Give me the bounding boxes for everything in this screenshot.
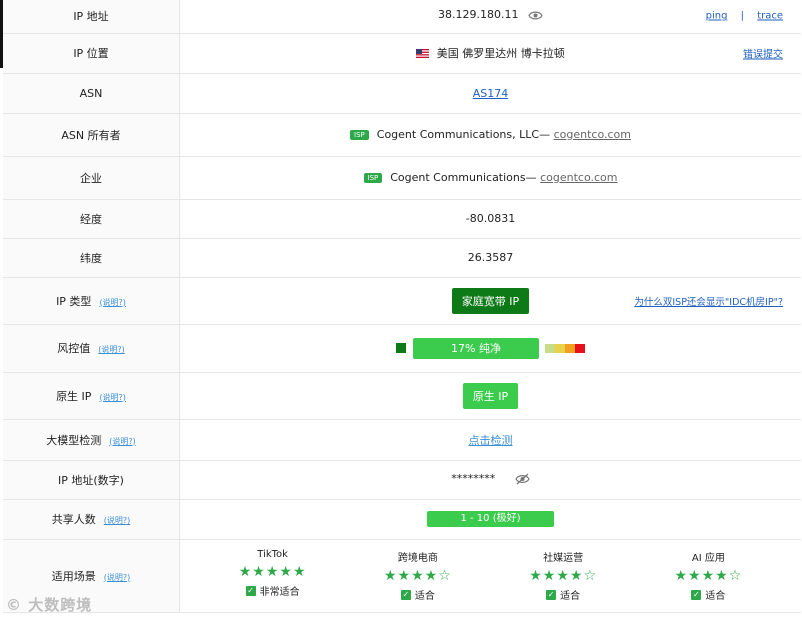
use-case-name: TikTok xyxy=(257,549,288,560)
use-case-name: AI 应用 xyxy=(691,553,725,564)
fit-label: 非常适合 xyxy=(259,587,300,598)
row-ip-numeric: IP 地址(数字) ******** xyxy=(3,460,801,500)
help-link[interactable]: (说明?) xyxy=(98,345,125,354)
ip-type-badge: 家庭宽带 IP xyxy=(451,287,530,314)
row-use-cases: 适用场景 (说明?) TikTok ★★★★★ ✓ 非常适合 跨境电商 ★★★★☆ … xyxy=(3,539,801,613)
asn-owner-domain-link[interactable]: cogentco.com xyxy=(554,128,631,141)
risk-meter: 17% 纯净 xyxy=(396,337,585,359)
longitude-value: -80.0831 xyxy=(179,199,801,239)
help-link[interactable]: (说明?) xyxy=(99,393,126,402)
isp-badge: ISP xyxy=(363,173,383,183)
row-company: 企业 ISP Cogent Communications— cogentco.co… xyxy=(3,156,801,200)
risk-score-bar: 17% 纯净 xyxy=(413,337,539,359)
check-icon: ✓ xyxy=(245,585,256,596)
row-ip-location: IP 位置 美国 佛罗里达州 博卡拉顿 错误提交 xyxy=(3,33,801,74)
check-icon: ✓ xyxy=(546,589,557,600)
row-asn: ASN AS174 xyxy=(3,73,801,114)
use-case-item: AI 应用 ★★★★☆ ✓ 适合 xyxy=(638,549,778,602)
asn-owner-name: Cogent Communications, LLC— xyxy=(376,128,551,141)
fit-label: 适合 xyxy=(560,591,581,602)
fit-label: 适合 xyxy=(705,591,726,602)
row-label: IP 位置 xyxy=(3,33,180,74)
row-label: 企业 xyxy=(3,156,180,200)
help-link[interactable]: (说明?) xyxy=(109,437,136,446)
trace-link[interactable]: trace xyxy=(757,11,783,22)
row-ip-address: IP 地址 38.129.180.11 ping | trace xyxy=(3,0,801,34)
ip-info-table: IP 地址 38.129.180.11 ping | trace IP 位置 美… xyxy=(3,0,801,613)
help-link[interactable]: (说明?) xyxy=(99,298,126,307)
row-ip-type: IP 类型 (说明?) 家庭宽带 IP 为什么双ISP还会显示"IDC机房IP"? xyxy=(3,277,801,325)
star-rating: ★★★★☆ xyxy=(383,568,452,584)
row-asn-owner: ASN 所有者 ISP Cogent Communications, LLC— c… xyxy=(3,113,801,157)
star-rating: ★★★★☆ xyxy=(529,568,597,584)
link-separator: | xyxy=(740,10,744,22)
ip-info-panel: IP 地址 38.129.180.11 ping | trace IP 位置 美… xyxy=(0,0,802,621)
us-flag-icon xyxy=(416,48,430,61)
watermark-text: 大数跨境 xyxy=(28,596,93,614)
location-value: 美国 佛罗里达州 博卡拉顿 xyxy=(436,47,565,60)
shared-users-badge: 1 - 10 (极好) xyxy=(427,511,554,527)
watermark-logo: © 大数跨境 xyxy=(6,594,92,615)
row-label: 大模型检测 xyxy=(46,433,102,447)
row-latitude: 纬度 26.3587 xyxy=(3,238,801,278)
row-label: 风控值 xyxy=(57,342,91,355)
row-shared-users: 共享人数 (说明?) 1 - 10 (极好) xyxy=(3,499,801,540)
check-icon: ✓ xyxy=(691,589,702,600)
star-rating: ★★★★★ xyxy=(238,564,307,580)
row-label: IP 地址(数字) xyxy=(3,460,180,500)
row-label: 原生 IP xyxy=(56,389,92,403)
ip-numeric-value: ******** xyxy=(451,471,496,485)
risk-scale-legend xyxy=(545,343,585,353)
eye-icon[interactable] xyxy=(528,10,543,24)
use-case-name: 跨境电商 xyxy=(397,553,438,564)
asn-link[interactable]: AS174 xyxy=(473,87,509,100)
row-risk-score: 风控值 (说明?) 17% 纯净 xyxy=(3,324,801,373)
row-label: 适用场景 xyxy=(51,569,96,583)
help-link[interactable]: (说明?) xyxy=(104,573,131,582)
latitude-value: 26.3587 xyxy=(179,238,801,278)
row-label: ASN 所有者 xyxy=(3,113,180,157)
risk-low-marker xyxy=(396,343,406,353)
row-label: IP 地址 xyxy=(3,0,180,34)
eye-hidden-icon[interactable] xyxy=(515,473,530,488)
row-llm-check: 大模型检测 (说明?) 点击检测 xyxy=(3,419,801,461)
fit-label: 适合 xyxy=(414,591,435,602)
isp-badge: ISP xyxy=(350,130,369,140)
star-rating: ★★★★☆ xyxy=(674,568,743,584)
row-longitude: 经度 -80.0831 xyxy=(3,199,801,239)
row-label: 纬度 xyxy=(3,238,180,278)
ip-address-value: 38.129.180.11 xyxy=(438,8,519,22)
ip-type-question-link[interactable]: 为什么双ISP还会显示"IDC机房IP"? xyxy=(634,294,783,308)
use-case-item: 跨境电商 ★★★★☆ ✓ 适合 xyxy=(348,549,488,602)
row-label: 经度 xyxy=(3,199,180,239)
ping-link[interactable]: ping xyxy=(706,11,728,22)
row-label: ASN xyxy=(3,73,180,114)
row-label: 共享人数 xyxy=(51,513,96,526)
row-native-ip: 原生 IP (说明?) 原生 IP xyxy=(3,372,801,420)
company-domain-link[interactable]: cogentco.com xyxy=(540,171,617,184)
use-case-name: 社媒运营 xyxy=(543,553,584,564)
native-ip-badge: 原生 IP xyxy=(462,382,519,409)
check-icon: ✓ xyxy=(400,589,411,600)
row-label: IP 类型 xyxy=(56,294,92,308)
watermark-icon: © xyxy=(6,596,22,614)
click-detect-link[interactable]: 点击检测 xyxy=(469,434,513,447)
use-case-item: TikTok ★★★★★ ✓ 非常适合 xyxy=(203,549,343,602)
report-error-link[interactable]: 错误提交 xyxy=(743,46,783,61)
use-case-item: 社媒运营 ★★★★☆ ✓ 适合 xyxy=(493,549,633,602)
help-link[interactable]: (说明?) xyxy=(104,516,131,525)
company-name: Cogent Communications— xyxy=(390,171,537,184)
use-case-grid: TikTok ★★★★★ ✓ 非常适合 跨境电商 ★★★★☆ ✓ 适合 社媒运营 ★… xyxy=(180,549,801,602)
